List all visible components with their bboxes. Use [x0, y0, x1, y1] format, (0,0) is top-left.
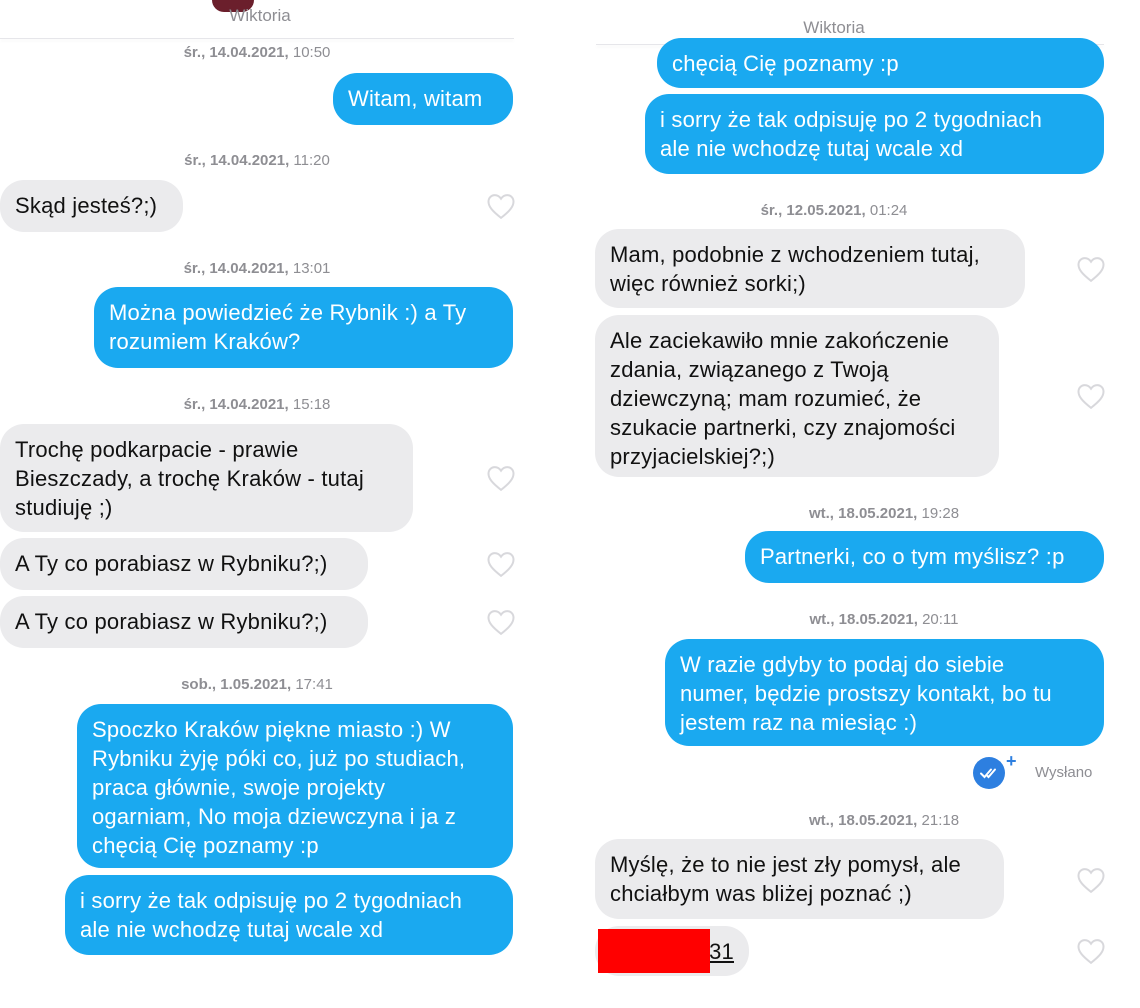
plus-icon[interactable]: +: [1006, 751, 1017, 772]
incoming-message[interactable]: Mam, podobnie z wchodzeniem tutaj, więc …: [595, 229, 1025, 308]
delivery-status: + Wysłano: [973, 751, 1113, 789]
timestamp: śr., 14.04.2021, 13:01: [183, 260, 331, 277]
incoming-message[interactable]: Trochę podkarpacie - prawie Bieszczady, …: [0, 424, 413, 532]
incoming-message[interactable]: Myślę, że to nie jest zły pomysł, ale ch…: [595, 839, 1004, 919]
incoming-message[interactable]: Ale zaciekawiło mnie zakończenie zdania,…: [595, 315, 999, 477]
timestamp: śr., 12.05.2021, 01:24: [760, 202, 908, 219]
outgoing-message[interactable]: Można powiedzieć że Rybnik :) a Ty rozum…: [94, 287, 513, 368]
timestamp: śr., 14.04.2021, 10:50: [183, 44, 331, 61]
incoming-message[interactable]: A Ty co porabiasz w Rybniku?;): [0, 596, 368, 648]
heart-outline-icon[interactable]: [1076, 937, 1106, 965]
timestamp: śr., 14.04.2021, 11:20: [184, 152, 330, 169]
outgoing-message[interactable]: Spoczko Kraków piękne miasto :) W Rybnik…: [77, 704, 513, 868]
incoming-message[interactable]: Skąd jesteś?;): [0, 180, 183, 232]
outgoing-message[interactable]: W razie gdyby to podaj do siebie numer, …: [665, 639, 1104, 746]
chat-header-name: Wiktoria: [803, 18, 865, 37]
redaction-box: [598, 929, 710, 973]
heart-outline-icon[interactable]: [486, 464, 516, 492]
timestamp: wt., 18.05.2021, 21:18: [808, 812, 960, 829]
heart-outline-icon[interactable]: [486, 192, 516, 220]
outgoing-message[interactable]: Partnerki, co o tym myślisz? :p: [745, 531, 1104, 583]
outgoing-message[interactable]: chęcią Cię poznamy :p: [657, 38, 1104, 88]
timestamp: śr., 14.04.2021, 15:18: [183, 396, 331, 413]
heart-outline-icon[interactable]: [486, 550, 516, 578]
double-check-icon: [973, 757, 1005, 789]
timestamp: wt., 18.05.2021, 20:11: [809, 611, 959, 628]
outgoing-message[interactable]: i sorry że tak odpisuję po 2 tygodniach …: [645, 94, 1104, 174]
heart-outline-icon[interactable]: [1076, 382, 1106, 410]
heart-outline-icon[interactable]: [486, 608, 516, 636]
outgoing-message[interactable]: i sorry że tak odpisuję po 2 tygodniach …: [65, 875, 513, 955]
heart-outline-icon[interactable]: [1076, 866, 1106, 894]
chat-header-name: Wiktoria: [229, 6, 291, 25]
timestamp: sob., 1.05.2021, 17:41: [181, 676, 333, 693]
heart-outline-icon[interactable]: [1076, 255, 1106, 283]
incoming-message[interactable]: A Ty co porabiasz w Rybniku?;): [0, 538, 368, 590]
timestamp: wt., 18.05.2021, 19:28: [808, 505, 960, 522]
header-divider: [0, 38, 514, 39]
sent-status-label: Wysłano: [1035, 764, 1093, 781]
right-chat-screenshot: Wiktoria chęcią Cię poznamy :p i sorry ż…: [580, 0, 1140, 1008]
outgoing-message[interactable]: Witam, witam: [333, 73, 513, 125]
left-chat-screenshot: Wiktoria śr., 14.04.2021, 10:50 Witam, w…: [0, 0, 520, 1008]
